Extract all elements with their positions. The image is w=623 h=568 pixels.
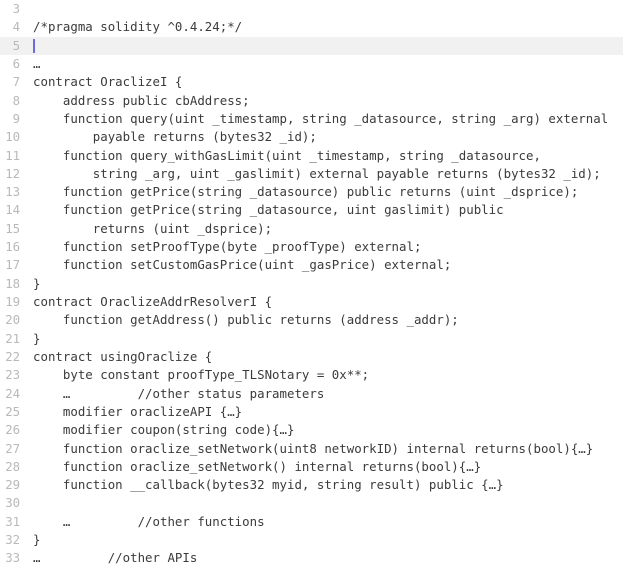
code-line[interactable]: 25 modifier oraclizeAPI {…} xyxy=(0,403,623,421)
code-line[interactable]: 13 function getPrice(string _datasource)… xyxy=(0,183,623,201)
code-line[interactable]: 32} xyxy=(0,531,623,549)
line-number: 8 xyxy=(12,92,20,108)
line-content[interactable]: contract usingOraclize { xyxy=(33,348,623,366)
line-number: 11 xyxy=(5,147,20,163)
code-line[interactable]: 12 string _arg, uint _gaslimit) external… xyxy=(0,165,623,183)
code-lines-container[interactable]: 3 4/*pragma solidity ^0.4.24;*/5 6… 7 contra… xyxy=(0,0,623,568)
code-line[interactable]: 23 byte constant proofType_TLSNotary = 0… xyxy=(0,366,623,384)
line-content[interactable]: } xyxy=(33,330,623,348)
line-number: 23 xyxy=(5,367,20,383)
code-line[interactable]: 11 function query_withGasLimit(uint _tim… xyxy=(0,147,623,165)
line-content[interactable]: function getAddress() public returns (ad… xyxy=(33,311,623,329)
code-line[interactable]: 18} xyxy=(0,275,623,293)
code-line[interactable]: 16 function setProofType(byte _proofType… xyxy=(0,238,623,256)
line-number: 29 xyxy=(5,477,20,493)
code-line[interactable]: 9 function query(uint _timestamp, string… xyxy=(0,110,623,128)
line-number: 12 xyxy=(5,165,20,181)
line-content[interactable]: modifier oraclizeAPI {…} xyxy=(33,403,623,421)
code-line[interactable]: 22 contract usingOraclize { xyxy=(0,348,623,366)
code-line[interactable]: 15 returns (uint _dsprice); xyxy=(0,220,623,238)
code-line[interactable]: 20 function getAddress() public returns … xyxy=(0,311,623,329)
line-content[interactable]: … //other functions xyxy=(33,513,623,531)
line-number: 13 xyxy=(5,184,20,200)
line-number: 24 xyxy=(5,385,20,401)
line-content[interactable]: function getPrice(string _datasource) pu… xyxy=(33,183,623,201)
code-line[interactable]: 10 payable returns (bytes32 _id); xyxy=(0,128,623,146)
line-number: 28 xyxy=(5,458,20,474)
line-content[interactable]: } xyxy=(33,531,623,549)
code-line[interactable]: 26 modifier coupon(string code){…} xyxy=(0,421,623,439)
code-line[interactable]: 7 contract OraclizeI { xyxy=(0,73,623,91)
line-number: 22 xyxy=(5,348,20,364)
line-number: 5 xyxy=(12,37,20,53)
code-line[interactable]: 28 function oraclize_setNetwork() intern… xyxy=(0,458,623,476)
code-editor[interactable]: 3 4/*pragma solidity ^0.4.24;*/5 6… 7 contra… xyxy=(0,0,623,568)
code-line[interactable]: 31 … //other functions xyxy=(0,513,623,531)
line-number: 26 xyxy=(5,422,20,438)
code-line[interactable]: 30 xyxy=(0,494,623,512)
line-number: 27 xyxy=(5,440,20,456)
line-content[interactable]: … //other APIs xyxy=(33,549,623,567)
line-number: 30 xyxy=(5,495,20,511)
line-number: 31 xyxy=(5,513,20,529)
line-number: 6 xyxy=(12,55,20,71)
code-line[interactable]: 29 function __callback(bytes32 myid, str… xyxy=(0,476,623,494)
line-content[interactable]: modifier coupon(string code){…} xyxy=(33,421,623,439)
line-content[interactable]: contract OraclizeI { xyxy=(33,73,623,91)
line-number: 4 xyxy=(12,19,20,35)
text-caret xyxy=(33,39,35,54)
line-number: 7 xyxy=(12,74,20,90)
line-content[interactable]: … xyxy=(33,55,623,73)
line-content[interactable]: function oraclize_setNetwork() internal … xyxy=(33,458,623,476)
line-number: 33 xyxy=(5,550,20,566)
line-content[interactable]: byte constant proofType_TLSNotary = 0x**… xyxy=(33,366,623,384)
code-line[interactable]: 6… xyxy=(0,55,623,73)
code-line[interactable]: 14 function getPrice(string _datasource,… xyxy=(0,201,623,219)
line-content[interactable]: } xyxy=(33,275,623,293)
line-number: 9 xyxy=(12,110,20,126)
code-line[interactable]: 8 address public cbAddress; xyxy=(0,92,623,110)
line-content[interactable]: payable returns (bytes32 _id); xyxy=(33,128,623,146)
code-line[interactable]: 17 function setCustomGasPrice(uint _gasP… xyxy=(0,256,623,274)
line-content[interactable]: /*pragma solidity ^0.4.24;*/ xyxy=(33,18,623,36)
line-content[interactable]: function __callback(bytes32 myid, string… xyxy=(33,476,623,494)
line-number: 21 xyxy=(5,330,20,346)
line-content[interactable]: function setCustomGasPrice(uint _gasPric… xyxy=(33,256,623,274)
line-number: 16 xyxy=(5,239,20,255)
line-number: 17 xyxy=(5,257,20,273)
line-number: 15 xyxy=(5,220,20,236)
code-line[interactable]: 19 contract OraclizeAddrResolverI { xyxy=(0,293,623,311)
code-line[interactable]: 33 … //other APIs xyxy=(0,549,623,567)
line-number: 3 xyxy=(12,1,20,16)
line-number: 18 xyxy=(5,275,20,291)
line-content[interactable]: returns (uint _dsprice); xyxy=(33,220,623,238)
line-content[interactable]: … //other status parameters xyxy=(33,385,623,403)
line-number: 25 xyxy=(5,403,20,419)
line-number: 14 xyxy=(5,202,20,218)
code-line[interactable]: 3 xyxy=(0,0,623,18)
code-line[interactable]: 21} xyxy=(0,330,623,348)
line-content[interactable]: contract OraclizeAddrResolverI { xyxy=(33,293,623,311)
code-line[interactable]: 24 … //other status parameters xyxy=(0,385,623,403)
line-content[interactable]: function setProofType(byte _proofType) e… xyxy=(33,238,623,256)
line-number: 19 xyxy=(5,294,20,309)
line-number: 20 xyxy=(5,312,20,328)
line-number: 10 xyxy=(5,129,20,145)
code-line[interactable]: 5 xyxy=(0,36,623,55)
line-content[interactable]: string _arg, uint _gaslimit) external pa… xyxy=(33,165,623,183)
line-content[interactable]: address public cbAddress; xyxy=(33,92,623,110)
line-content[interactable]: function oraclize_setNetwork(uint8 netwo… xyxy=(33,440,623,458)
code-line[interactable]: 27 function oraclize_setNetwork(uint8 ne… xyxy=(0,440,623,458)
line-number: 32 xyxy=(5,532,20,548)
line-content[interactable]: function getPrice(string _datasource, ui… xyxy=(33,201,623,219)
line-content[interactable]: function query(uint _timestamp, string _… xyxy=(33,110,623,128)
code-line[interactable]: 4 /*pragma solidity ^0.4.24;*/ xyxy=(0,18,623,36)
line-content[interactable]: function query_withGasLimit(uint _timest… xyxy=(33,147,623,165)
